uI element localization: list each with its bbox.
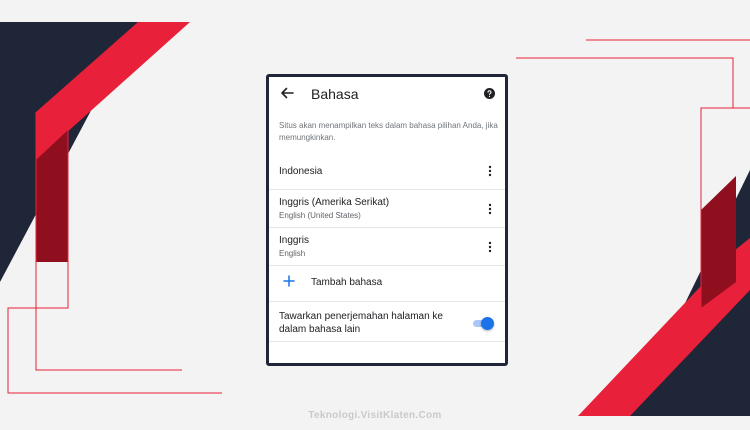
page-title: Bahasa	[311, 86, 359, 102]
more-vert-icon[interactable]	[485, 241, 495, 253]
app-bar: Bahasa	[269, 77, 505, 115]
translate-offer-row[interactable]: Tawarkan penerjemahan halaman ke dalam b…	[269, 302, 505, 342]
arrow-left-icon[interactable]	[279, 85, 295, 101]
more-vert-icon[interactable]	[485, 165, 495, 177]
language-label: Inggris (Amerika Serikat)	[279, 197, 390, 208]
right-outline-2	[516, 57, 734, 108]
settings-screen: Bahasa Situs akan menampilkan teks dalam…	[266, 74, 508, 366]
plus-icon	[283, 275, 295, 287]
add-language-label: Tambah bahasa	[311, 277, 383, 288]
help-circle-icon[interactable]	[484, 88, 495, 99]
language-sublabel: English (United States)	[279, 211, 361, 220]
language-sublabel: English	[279, 249, 306, 258]
translate-offer-label: Tawarkan penerjemahan halaman ke dalam b…	[279, 311, 443, 335]
language-row-indonesia[interactable]: Indonesia	[269, 152, 505, 190]
language-row-inggris[interactable]: Inggris English	[269, 228, 505, 266]
watermark-text: Teknologi.VisitKlaten.Com	[308, 410, 442, 421]
language-label: Indonesia	[279, 166, 323, 177]
language-label: Inggris	[279, 235, 310, 246]
translate-toggle-switch[interactable]	[473, 317, 494, 330]
toggle-thumb	[481, 317, 494, 330]
language-row-inggris-as[interactable]: Inggris (Amerika Serikat) English (Unite…	[269, 190, 505, 228]
description-text: Situs akan menampilkan teks dalam bahasa…	[279, 121, 498, 142]
add-language-button[interactable]: Tambah bahasa	[269, 266, 505, 302]
more-vert-icon[interactable]	[485, 203, 495, 215]
